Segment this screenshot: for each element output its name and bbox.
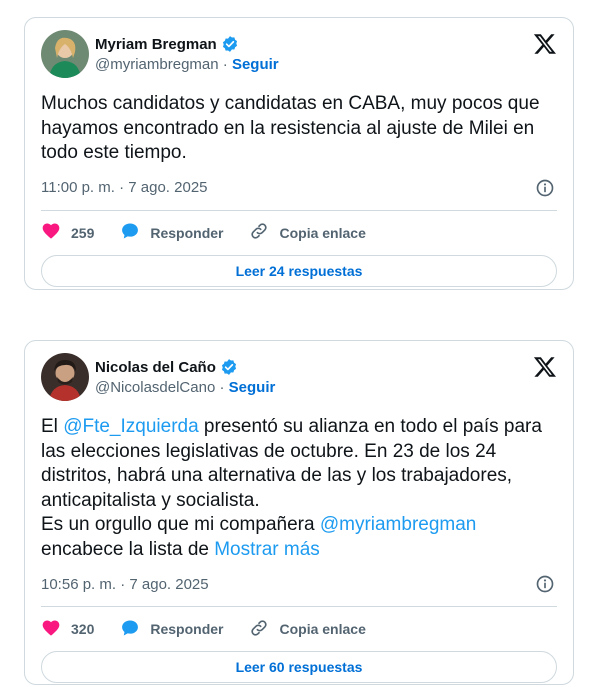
timestamp[interactable]: 10:56 p. m. · 7 ago. 2025 xyxy=(41,576,209,593)
heart-icon xyxy=(41,221,71,244)
avatar[interactable] xyxy=(41,30,89,78)
follow-button[interactable]: Seguir xyxy=(229,379,276,396)
author-handle[interactable]: @NicolasdelCano xyxy=(95,379,215,396)
link-icon xyxy=(249,618,279,641)
reply-button[interactable]: Responder xyxy=(120,618,223,641)
mention-link[interactable]: @myriambregman xyxy=(320,514,477,535)
author-handle[interactable]: @myriambregman xyxy=(95,56,219,73)
tweet-text-segment: El xyxy=(41,416,64,437)
verified-badge-icon xyxy=(221,35,239,53)
copy-link-button[interactable]: Copia enlace xyxy=(249,221,366,244)
link-icon xyxy=(249,221,279,244)
divider xyxy=(41,209,557,211)
copy-link-label: Copia enlace xyxy=(279,224,366,241)
separator-dot: · xyxy=(219,379,225,396)
tweet-text-segment: Es un orgullo que mi compañera xyxy=(41,514,320,535)
verified-badge-icon xyxy=(220,358,238,376)
like-button[interactable]: 320 xyxy=(41,618,94,641)
tweet-text-segment: Muchos candidatos y candidatas en CABA, … xyxy=(41,93,540,163)
info-icon[interactable] xyxy=(535,178,555,198)
x-logo-icon[interactable] xyxy=(533,355,557,384)
reply-bubble-icon xyxy=(120,221,150,244)
action-bar: 320 Responder Copia enlace xyxy=(41,611,557,647)
read-replies-button[interactable]: Leer 24 respuestas xyxy=(41,254,557,287)
like-count: 320 xyxy=(71,621,95,637)
copy-link-button[interactable]: Copia enlace xyxy=(249,618,366,641)
author-name[interactable]: Myriam Bregman xyxy=(95,36,217,53)
reply-button[interactable]: Responder xyxy=(120,221,223,244)
info-icon[interactable] xyxy=(535,574,555,594)
tweet-text-segment: encabece la lista de xyxy=(41,538,215,560)
mention-link[interactable]: @Fte_Izquierda xyxy=(63,416,198,437)
avatar[interactable] xyxy=(41,353,89,401)
timestamp[interactable]: 11:00 p. m. · 7 ago. 2025 xyxy=(41,179,208,196)
show-more-link[interactable]: Mostrar más xyxy=(214,539,320,560)
read-replies-button[interactable]: Leer 60 respuestas xyxy=(41,651,557,683)
author-name[interactable]: Nicolas del Caño xyxy=(95,359,216,376)
reply-label: Responder xyxy=(150,224,224,241)
action-bar: 259 Responder Copia enlace xyxy=(41,215,557,251)
divider xyxy=(41,606,557,607)
reply-bubble-icon xyxy=(120,618,150,641)
tweet-header: Nicolas del Caño @NicolasdelCano · Segui… xyxy=(41,353,557,401)
tweet-text: El @Fte_Izquierda presentó su alianza en… xyxy=(41,415,557,562)
tweet-text: Muchos candidatos y candidatas en CABA, … xyxy=(41,92,557,166)
tweet-card[interactable]: Nicolas del Caño @NicolasdelCano · Segui… xyxy=(24,340,574,685)
copy-link-label: Copia enlace xyxy=(279,621,366,637)
separator-dot: · xyxy=(222,56,228,73)
tweet-card[interactable]: Myriam Bregman @myriambregman · Seguir M… xyxy=(24,17,574,290)
x-logo-icon[interactable] xyxy=(533,32,557,61)
follow-button[interactable]: Seguir xyxy=(232,56,279,73)
reply-label: Responder xyxy=(150,621,224,637)
tweet-header: Myriam Bregman @myriambregman · Seguir xyxy=(41,30,557,78)
like-button[interactable]: 259 xyxy=(41,221,94,244)
heart-icon xyxy=(41,618,71,641)
like-count: 259 xyxy=(71,224,95,241)
